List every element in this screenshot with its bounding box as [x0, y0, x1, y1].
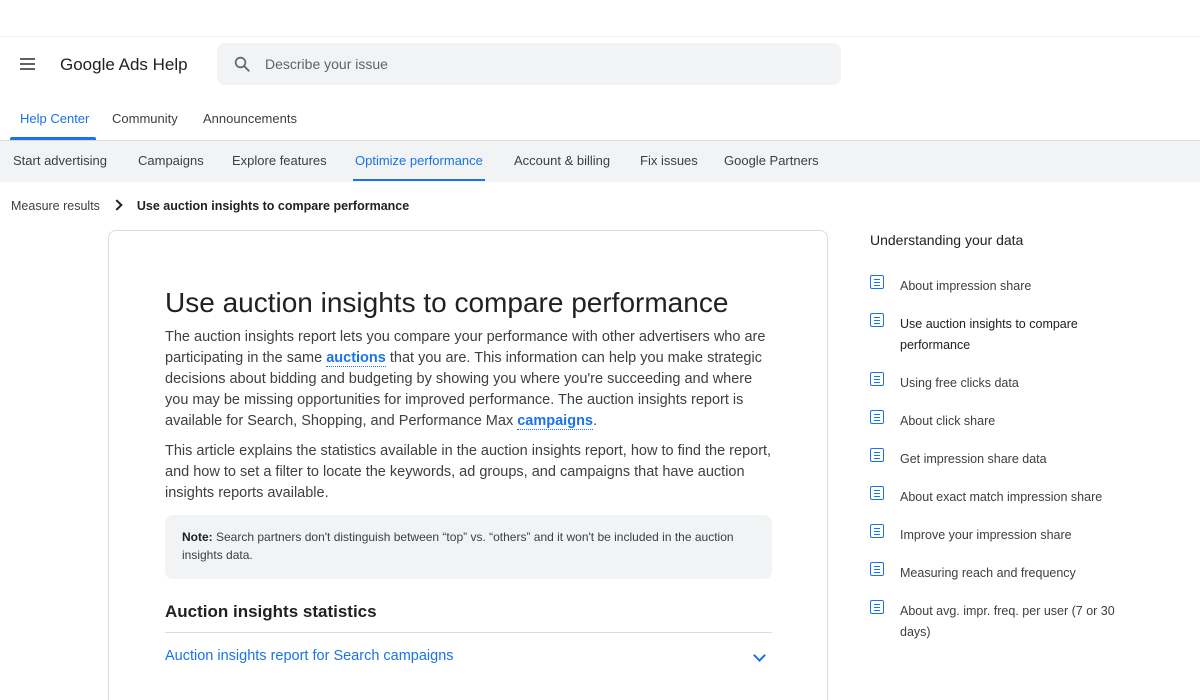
section-heading: Auction insights statistics: [165, 602, 377, 621]
tab-help-center[interactable]: Help Center: [20, 111, 89, 126]
chevron-right-icon: [111, 199, 124, 211]
nav-google-partners[interactable]: Google Partners: [724, 153, 819, 168]
breadcrumb-current: Use auction insights to compare performa…: [136, 199, 410, 213]
nav-fix-issues[interactable]: Fix issues: [640, 153, 698, 168]
hamburger-menu-icon[interactable]: [18, 54, 38, 74]
page-title: Use auction insights to compare performa…: [165, 287, 729, 318]
article-second-paragraph: This article explains the statistics ava…: [165, 443, 772, 501]
nav-account-billing[interactable]: Account & billing: [514, 153, 610, 168]
article-card: Use auction insights to compare performa…: [108, 230, 828, 700]
sidebar-title: Understanding your data: [870, 232, 1024, 248]
sidebar-item-label: About exact match impression share: [900, 490, 1103, 504]
sidebar-item-label: Use auction insights to compare performa…: [900, 317, 1078, 352]
auctions-link[interactable]: auctions: [326, 350, 386, 367]
sidebar-item-label: About click share: [900, 414, 996, 428]
sidebar-item-label: Get impression share data: [900, 452, 1047, 466]
search-bar[interactable]: [217, 43, 841, 85]
note-text: Search partners don't distinguish betwee…: [182, 530, 734, 562]
sidebar-item-label: Using free clicks data: [900, 376, 1019, 390]
top-tabs: Help Center Community Announcements: [0, 100, 1200, 141]
note-callout: Note: Search partners don't distinguish …: [165, 515, 772, 579]
app-header: Google Ads Help: [0, 36, 1200, 90]
intro-text-3: .: [592, 413, 598, 429]
article-intro-paragraph: The auction insights report lets you com…: [165, 327, 775, 432]
article-icon: [870, 562, 884, 576]
nav-start-advertising[interactable]: Start advertising: [13, 153, 107, 168]
sidebar-item-label: About avg. impr. freq. per user (7 or 30…: [900, 604, 1115, 639]
sidebar-item-label: Measuring reach and frequency: [900, 566, 1076, 580]
active-tab-indicator: [10, 137, 96, 140]
active-nav-indicator: [353, 179, 485, 181]
accordion-search-campaigns[interactable]: Auction insights report for Search campa…: [165, 633, 772, 679]
article-icon: [870, 313, 884, 327]
tab-announcements[interactable]: Announcements: [203, 111, 297, 126]
nav-optimize-performance[interactable]: Optimize performance: [355, 153, 483, 168]
sidebar-item-label: About impression share: [900, 279, 1032, 293]
nav-explore-features[interactable]: Explore features: [232, 153, 327, 168]
article-icon: [870, 486, 884, 500]
accordion-label: Auction insights report for Search campa…: [165, 648, 454, 664]
breadcrumb-measure-results[interactable]: Measure results: [11, 199, 100, 213]
chevron-down-icon: [753, 649, 766, 662]
article-icon: [870, 524, 884, 538]
note-label: Note:: [182, 530, 213, 544]
article-icon: [870, 372, 884, 386]
tab-community[interactable]: Community: [112, 111, 178, 126]
sidebar-item-label: Improve your impression share: [900, 528, 1072, 542]
nav-campaigns[interactable]: Campaigns: [138, 153, 204, 168]
article-icon: [870, 275, 884, 289]
app-title[interactable]: Google Ads Help: [60, 55, 188, 75]
category-nav: Start advertising Campaigns Explore feat…: [0, 141, 1200, 182]
article-icon: [870, 448, 884, 462]
search-icon: [234, 56, 250, 72]
article-icon: [870, 600, 884, 614]
breadcrumb: Measure results Use auction insights to …: [11, 199, 409, 213]
search-input[interactable]: [265, 43, 825, 85]
campaigns-link[interactable]: campaigns: [517, 413, 593, 430]
article-icon: [870, 410, 884, 424]
